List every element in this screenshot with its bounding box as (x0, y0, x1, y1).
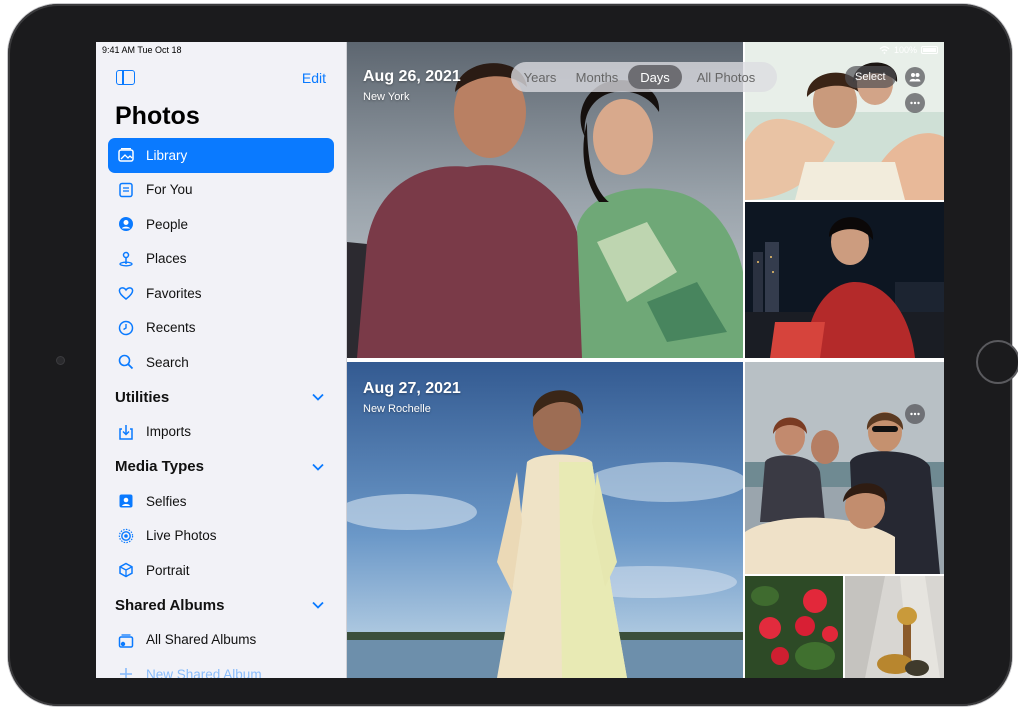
sidebar-item-label: Library (146, 147, 188, 163)
sidebar-item-label: All Shared Albums (146, 632, 257, 648)
sidebar-item-selfies[interactable]: Selfies (108, 484, 334, 519)
sidebar-item-label: Recents (146, 320, 196, 336)
section-shared-albums[interactable]: Shared Albums (108, 588, 334, 623)
view-segmented-control: Years Months Days All Photos (511, 62, 777, 92)
more-icon (910, 101, 920, 105)
search-icon (118, 354, 134, 370)
photo-still-life[interactable] (845, 576, 944, 678)
sidebar-item-favorites[interactable]: Favorites (108, 276, 334, 311)
sidebar-item-label: Portrait (146, 562, 190, 578)
photo-night-city[interactable] (745, 202, 944, 358)
sidebar-item-portrait[interactable]: Portrait (108, 553, 334, 588)
library-icon (118, 147, 134, 163)
sidebar-item-new-shared-album[interactable]: New Shared Album (108, 657, 334, 678)
section-media-types[interactable]: Media Types (108, 449, 334, 484)
photo-friends-hands[interactable] (745, 42, 944, 200)
sidebar-item-people[interactable]: People (108, 207, 334, 242)
heart-icon (118, 285, 134, 301)
date-header-group-1: Aug 26, 2021 New York (363, 68, 461, 103)
people-icon (909, 73, 921, 82)
more-options-button[interactable] (905, 93, 925, 113)
battery-percent: 100% (893, 45, 917, 55)
place-label: New York (363, 91, 410, 103)
wifi-icon (879, 46, 890, 54)
shared-albums-icon (118, 632, 134, 648)
sidebar-item-label: New Shared Album (146, 666, 262, 678)
sidebar-item-all-shared-albums[interactable]: All Shared Albums (108, 623, 334, 658)
sidebar: 9:41 AM Tue Oct 18 Edit Photos Library F… (96, 42, 347, 678)
sidebar-item-label: For You (146, 182, 193, 198)
people-icon (118, 216, 134, 232)
plus-icon (118, 666, 134, 678)
sidebar-list: Library For You People Places Favorites … (108, 138, 334, 678)
sidebar-item-label: Search (146, 354, 189, 370)
chevron-down-icon (312, 463, 324, 471)
sidebar-item-for-you[interactable]: For You (108, 173, 334, 208)
date-label: Aug 26, 2021 (363, 68, 461, 85)
front-camera (56, 356, 65, 365)
section-title: Media Types (115, 458, 204, 475)
sidebar-item-search[interactable]: Search (108, 345, 334, 380)
sidebar-item-label: Selfies (146, 493, 187, 509)
sidebar-item-places[interactable]: Places (108, 242, 334, 277)
status-time: 9:41 AM Tue Oct 18 (102, 45, 182, 55)
edit-button[interactable]: Edit (302, 70, 326, 86)
tab-years[interactable]: Years (514, 65, 566, 89)
home-button[interactable] (976, 340, 1018, 384)
tab-days[interactable]: Days (628, 65, 682, 89)
sidebar-toggle-icon[interactable] (116, 70, 135, 85)
date-header-group-2: Aug 27, 2021 New Rochelle (363, 380, 461, 415)
live-photos-icon (118, 528, 134, 544)
status-bar-right: 100% (879, 45, 938, 55)
sidebar-item-label: People (146, 216, 189, 232)
section-title: Shared Albums (115, 596, 225, 614)
tab-months[interactable]: Months (566, 65, 628, 89)
sidebar-item-label: Imports (146, 424, 192, 440)
sidebar-item-imports[interactable]: Imports (108, 415, 334, 450)
select-button[interactable]: Select (845, 66, 896, 88)
imports-icon (118, 424, 134, 440)
portrait-icon (118, 562, 134, 578)
tab-all-photos[interactable]: All Photos (682, 65, 770, 89)
section-title: Utilities (115, 388, 170, 406)
sidebar-item-live-photos[interactable]: Live Photos (108, 519, 334, 554)
photo-group-beach[interactable] (745, 362, 944, 574)
page-title: Photos (115, 102, 200, 130)
more-icon (910, 412, 920, 416)
battery-icon (921, 46, 938, 54)
sidebar-item-label: Live Photos (146, 528, 217, 544)
photo-roses[interactable] (745, 576, 843, 678)
photo-grid: Aug 26, 2021 New York Aug 27, 2021 New R… (347, 42, 944, 678)
for-you-icon (118, 182, 134, 198)
chevron-down-icon (312, 393, 324, 401)
sidebar-item-recents[interactable]: Recents (108, 311, 334, 346)
sidebar-item-label: Places (146, 251, 187, 267)
screen: 9:41 AM Tue Oct 18 Edit Photos Library F… (96, 42, 944, 678)
section-utilities[interactable]: Utilities (108, 380, 334, 415)
people-filter-button[interactable] (905, 67, 925, 87)
place-label: New Rochelle (363, 403, 431, 415)
sidebar-item-library[interactable]: Library (108, 138, 334, 173)
selfies-icon (118, 493, 134, 509)
clock-icon (118, 320, 134, 336)
date-label: Aug 27, 2021 (363, 380, 461, 397)
more-options-button-group-2[interactable] (905, 404, 925, 424)
places-icon (118, 251, 134, 267)
sidebar-item-label: Favorites (146, 285, 202, 301)
chevron-down-icon (312, 601, 324, 609)
